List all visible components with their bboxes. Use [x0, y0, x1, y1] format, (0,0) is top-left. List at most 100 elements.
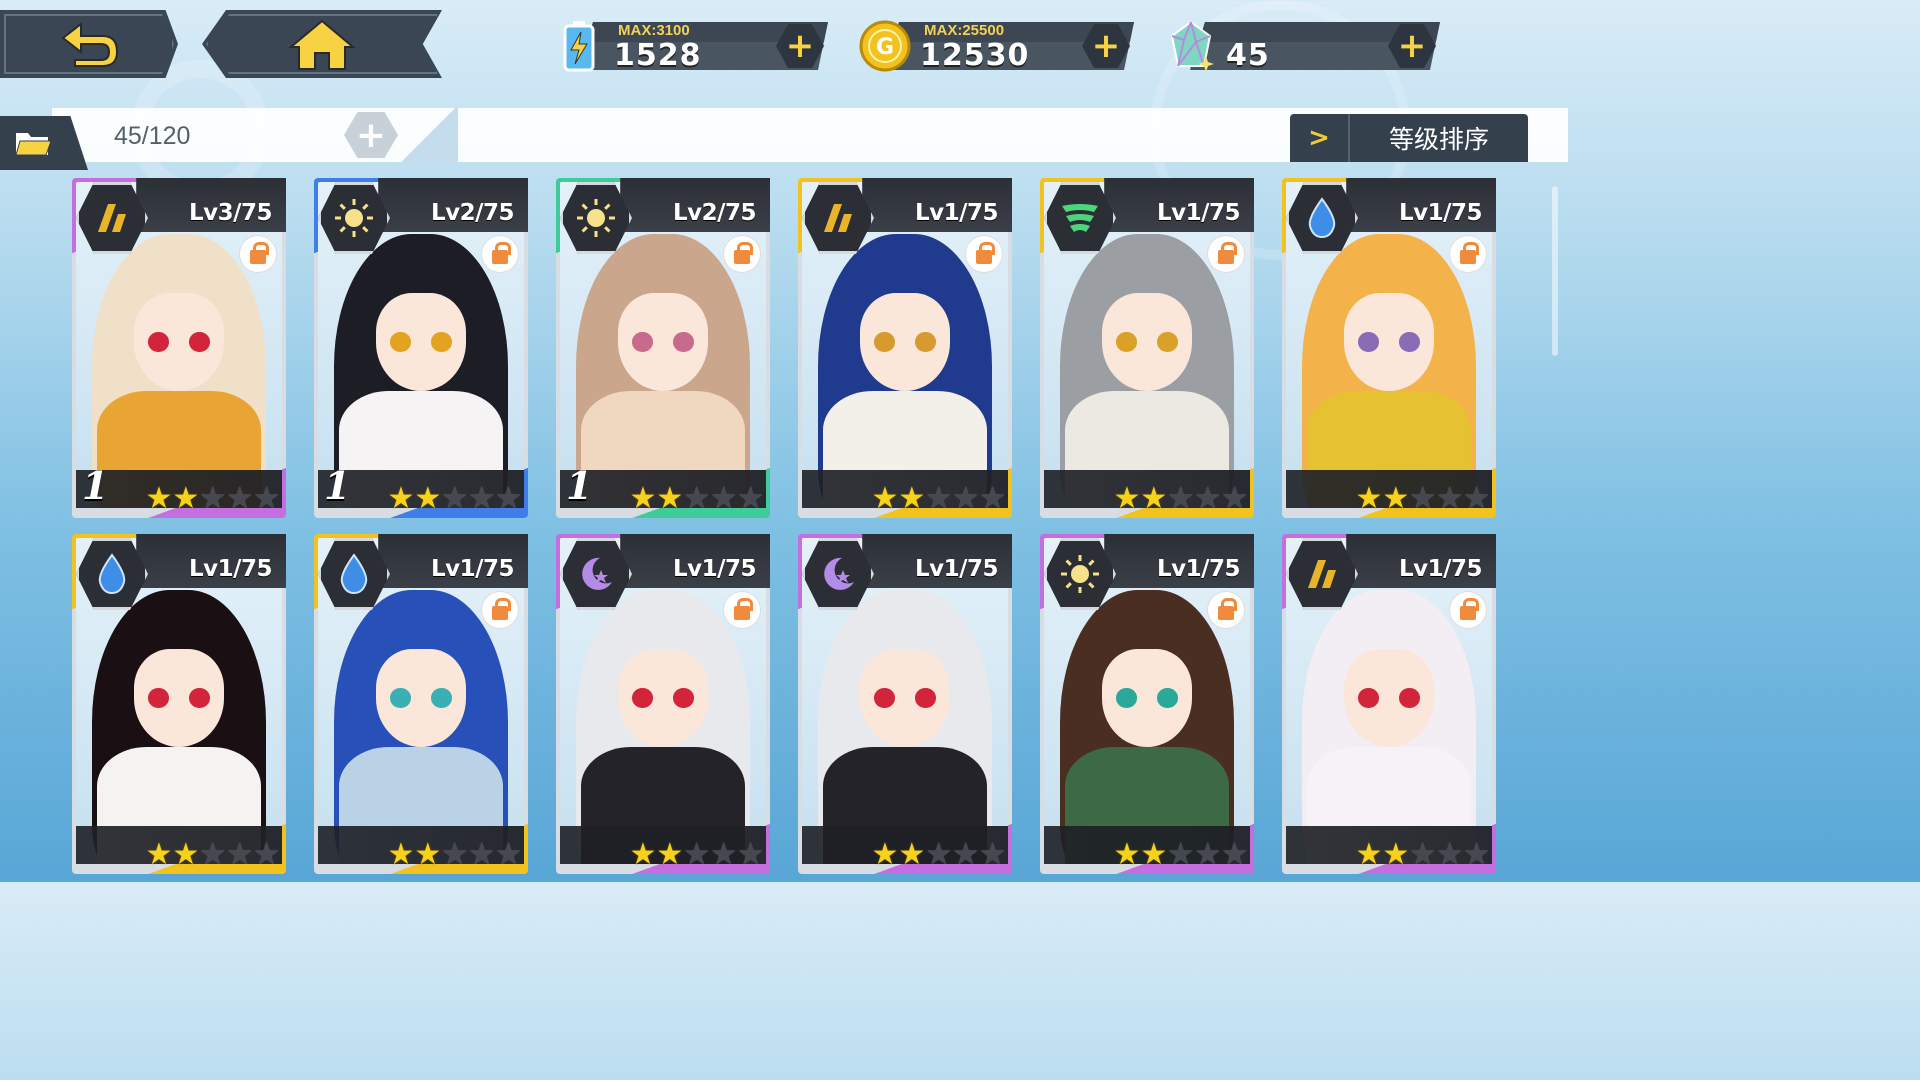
star-icon: ★ — [1167, 837, 1195, 872]
star-icon: ★ — [683, 837, 711, 872]
lock-icon[interactable] — [1450, 592, 1486, 628]
star-icon: ★ — [468, 481, 496, 516]
card-level: Lv1/75 — [1156, 556, 1241, 582]
star-icon: ★ — [145, 481, 173, 516]
card-rank: 1 — [82, 463, 109, 508]
character-card[interactable]: Lv2/75 1 ★ ★ ★ ★ ★ — [556, 178, 770, 518]
character-card[interactable]: Lv1/75 ★ ★ ★ ★ ★ — [72, 534, 286, 874]
home-button[interactable] — [202, 10, 442, 78]
star-icon: ★ — [1436, 481, 1464, 516]
star-rating: ★ ★ ★ ★ ★ — [1355, 839, 1490, 871]
character-card[interactable]: Lv2/75 1 ★ ★ ★ ★ ★ — [314, 178, 528, 518]
character-card[interactable]: Lv1/75 ★ ★ ★ ★ ★ — [556, 534, 770, 874]
star-icon: ★ — [495, 481, 522, 516]
star-icon: ★ — [253, 837, 280, 872]
card-level: Lv3/75 — [188, 200, 273, 226]
star-icon: ★ — [1140, 837, 1168, 872]
card-level: Lv1/75 — [430, 556, 515, 582]
star-icon: ★ — [414, 837, 442, 872]
star-icon: ★ — [952, 481, 980, 516]
star-icon: ★ — [925, 481, 953, 516]
star-rating: ★ ★ ★ ★ ★ — [1113, 483, 1248, 515]
lock-icon[interactable] — [1450, 236, 1486, 272]
sort-button[interactable]: > 等级排序 — [1290, 114, 1528, 162]
star-icon: ★ — [1113, 837, 1141, 872]
gold-max: MAX:25500 — [924, 22, 1005, 39]
star-icon: ★ — [1221, 837, 1248, 872]
star-icon: ★ — [1382, 837, 1410, 872]
energy-battery-icon — [548, 18, 610, 74]
star-rating: ★ ★ ★ ★ ★ — [145, 839, 280, 871]
star-icon: ★ — [979, 481, 1006, 516]
character-card[interactable]: Lv1/75 ★ ★ ★ ★ ★ — [1282, 178, 1496, 518]
lock-icon[interactable] — [482, 236, 518, 272]
lock-icon[interactable] — [1208, 236, 1244, 272]
scrollbar[interactable] — [1552, 186, 1558, 356]
star-icon: ★ — [1221, 481, 1248, 516]
gold-coin-icon: G — [854, 18, 916, 74]
character-card[interactable]: Lv1/75 ★ ★ ★ ★ ★ — [1282, 534, 1496, 874]
star-icon: ★ — [710, 481, 738, 516]
star-icon: ★ — [441, 837, 469, 872]
star-icon: ★ — [172, 481, 200, 516]
star-icon: ★ — [952, 837, 980, 872]
star-icon: ★ — [468, 837, 496, 872]
lock-icon[interactable] — [724, 236, 760, 272]
star-icon: ★ — [1194, 837, 1222, 872]
star-icon: ★ — [1409, 481, 1437, 516]
character-card[interactable]: Lv3/75 1 ★ ★ ★ ★ ★ — [72, 178, 286, 518]
star-icon: ★ — [1113, 481, 1141, 516]
star-icon: ★ — [710, 837, 738, 872]
star-rating: ★ ★ ★ ★ ★ — [387, 483, 522, 515]
card-level: Lv1/75 — [1398, 556, 1483, 582]
star-icon: ★ — [1355, 837, 1383, 872]
star-icon: ★ — [898, 481, 926, 516]
star-icon: ★ — [656, 481, 684, 516]
chevron-right-icon: > — [1290, 114, 1350, 162]
card-level: Lv1/75 — [672, 556, 757, 582]
gold-value: 12530 — [920, 38, 1030, 73]
star-icon: ★ — [1463, 481, 1490, 516]
card-level: Lv1/75 — [914, 556, 999, 582]
lock-icon[interactable] — [1208, 592, 1244, 628]
character-card[interactable]: Lv1/75 ★ ★ ★ ★ ★ — [314, 534, 528, 874]
crystal-gem-icon — [1160, 18, 1222, 74]
lock-icon[interactable] — [240, 236, 276, 272]
star-icon: ★ — [1194, 481, 1222, 516]
star-icon: ★ — [441, 481, 469, 516]
star-icon: ★ — [871, 837, 899, 872]
star-rating: ★ ★ ★ ★ ★ — [1113, 839, 1248, 871]
star-icon: ★ — [979, 837, 1006, 872]
star-icon: ★ — [737, 481, 764, 516]
inventory-count: 45/120 — [114, 122, 191, 150]
star-icon: ★ — [629, 837, 657, 872]
home-icon — [288, 19, 356, 70]
lock-icon[interactable] — [966, 236, 1002, 272]
star-icon: ★ — [629, 481, 657, 516]
star-rating: ★ ★ ★ ★ ★ — [1355, 483, 1490, 515]
star-icon: ★ — [172, 837, 200, 872]
back-button[interactable] — [0, 10, 178, 78]
lock-icon[interactable] — [724, 592, 760, 628]
star-icon: ★ — [1167, 481, 1195, 516]
card-level: Lv1/75 — [1398, 200, 1483, 226]
energy-max: MAX:3100 — [618, 22, 690, 39]
star-icon: ★ — [226, 481, 254, 516]
star-rating: ★ ★ ★ ★ ★ — [871, 839, 1006, 871]
star-rating: ★ ★ ★ ★ ★ — [629, 839, 764, 871]
card-rank: 1 — [324, 463, 351, 508]
star-icon: ★ — [414, 481, 442, 516]
star-icon: ★ — [898, 837, 926, 872]
character-card[interactable]: Lv1/75 ★ ★ ★ ★ ★ — [1040, 534, 1254, 874]
character-card[interactable]: Lv1/75 ★ ★ ★ ★ ★ — [798, 534, 1012, 874]
star-rating: ★ ★ ★ ★ ★ — [145, 483, 280, 515]
svg-text:G: G — [876, 35, 894, 60]
star-icon: ★ — [1382, 481, 1410, 516]
character-card[interactable]: Lv1/75 ★ ★ ★ ★ ★ — [798, 178, 1012, 518]
character-card[interactable]: Lv1/75 ★ ★ ★ ★ ★ — [1040, 178, 1254, 518]
character-grid: Lv3/75 1 ★ ★ ★ ★ ★ Lv2/75 1 ★ ★ ★ ★ ★ Lv2/75 1 ★ ★ ★ ★ ★ L… — [72, 178, 1502, 882]
star-icon: ★ — [1463, 837, 1490, 872]
sort-label: 等级排序 — [1388, 125, 1489, 154]
card-level: Lv1/75 — [188, 556, 273, 582]
lock-icon[interactable] — [482, 592, 518, 628]
